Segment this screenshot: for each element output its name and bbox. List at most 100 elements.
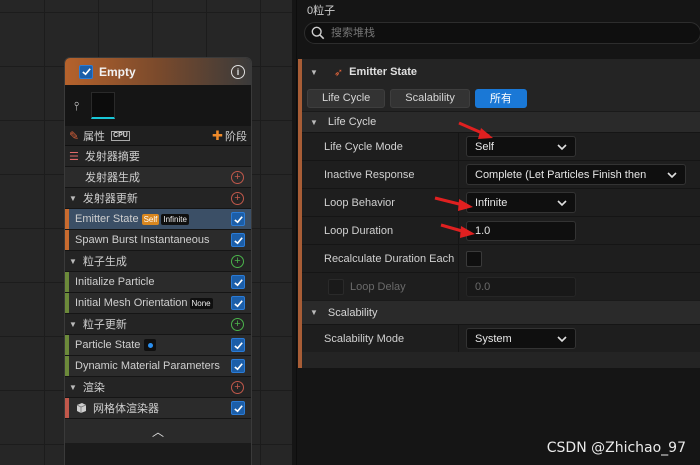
add-module-icon[interactable]: + <box>231 380 244 394</box>
collapse-arrow-icon[interactable]: ▼ <box>69 257 77 266</box>
row-label: Initialize Particle <box>75 276 155 288</box>
inactive-response-dropdown[interactable]: Complete (Let Particles Finish then <box>466 164 686 185</box>
module-row[interactable]: Initial Mesh Orientation None <box>65 293 251 314</box>
block-header[interactable]: ▼ ➶ Emitter State <box>302 59 700 85</box>
collapse-arrow-icon[interactable]: ▼ <box>310 68 318 77</box>
node-header[interactable]: Empty i <box>65 58 251 85</box>
module-enabled-checkbox[interactable] <box>231 296 245 310</box>
prop-loop-duration: Loop Duration 1.0 <box>302 216 700 244</box>
module-color-bar <box>65 209 69 229</box>
add-module-icon[interactable]: + <box>231 317 244 331</box>
cpu-badge: CPU <box>111 130 130 141</box>
module-enabled-checkbox[interactable] <box>231 275 245 289</box>
loop-behavior-dropdown[interactable]: Infinite <box>466 192 576 213</box>
info-icon[interactable]: i <box>231 64 245 79</box>
module-row[interactable]: Spawn Burst Instantaneous <box>65 230 251 251</box>
badge-dot-icon <box>144 339 157 351</box>
collapse-button[interactable]: ︿ <box>65 419 251 443</box>
dropdown-value: Infinite <box>475 196 508 209</box>
module-icon: ➶ <box>333 66 344 79</box>
emitter-node[interactable]: Empty i ⫯ ✎ 属性 CPU ✚ 阶段 ☰ 发射器摘要 发射器生成 + ▼ 发射器… <box>64 57 252 465</box>
search-bar[interactable] <box>304 22 700 44</box>
mesh-icon <box>76 403 87 413</box>
module-enabled-checkbox[interactable] <box>231 401 245 415</box>
row-label: 粒子生成 <box>82 256 127 268</box>
row-label: 粒子更新 <box>82 319 127 331</box>
stage-header[interactable]: ▼ 发射器更新 + <box>65 188 251 209</box>
module-color-bar <box>65 230 69 250</box>
stage-header[interactable]: ▼ 粒子更新 + <box>65 314 251 335</box>
prop-loop-delay: Loop Delay 0.0 <box>302 272 700 300</box>
badge-none: None <box>189 297 213 309</box>
search-icon <box>311 26 325 40</box>
module-row[interactable]: Emitter State Self Infinite <box>65 209 251 230</box>
annotation-arrow-icon <box>458 121 493 139</box>
prop-label-wrap: Loop Delay <box>302 278 458 295</box>
tab-scalability[interactable]: Scalability <box>390 88 470 108</box>
search-input[interactable] <box>331 27 631 39</box>
module-row[interactable]: Particle State <box>65 335 251 356</box>
tab-all[interactable]: 所有 <box>474 88 527 108</box>
module-row[interactable]: Dynamic Material Parameters <box>65 356 251 377</box>
module-row[interactable]: 网格体渲染器 <box>65 398 251 419</box>
filter-tabs: Life Cycle Scalability 所有 <box>302 85 700 111</box>
module-enabled-checkbox[interactable] <box>231 359 245 373</box>
stage-header[interactable]: ▼ 渲染 + <box>65 377 251 398</box>
dropdown-value: Complete (Let Particles Finish then <box>475 168 647 181</box>
badge-infinite: Infinite <box>161 213 189 225</box>
row-label: 网格体渲染器 <box>93 403 159 415</box>
row-label: Particle State <box>75 339 141 351</box>
badge-self: Self <box>141 213 160 225</box>
collapse-arrow-icon: ▼ <box>310 117 318 127</box>
recalculate-checkbox[interactable] <box>466 250 482 267</box>
add-module-icon[interactable]: + <box>231 254 244 268</box>
prop-scalability-mode: Scalability Mode System <box>302 324 700 352</box>
node-preview: ⫯ <box>65 85 251 126</box>
loop-duration-input[interactable]: 1.0 <box>466 220 576 241</box>
node-enabled-checkbox[interactable] <box>79 64 93 79</box>
collapse-arrow-icon[interactable]: ▼ <box>69 194 77 203</box>
collapse-arrow-icon[interactable]: ▼ <box>69 383 77 392</box>
preview-thumbnail <box>91 92 115 119</box>
chevron-down-icon <box>557 199 567 206</box>
loop-delay-input[interactable]: 0.0 <box>466 276 576 297</box>
loop-delay-enable-checkbox[interactable] <box>328 278 344 295</box>
row-label: 发射器生成 <box>85 172 140 184</box>
collapse-arrow-icon: ▼ <box>310 308 318 317</box>
prop-label: Scalability Mode <box>324 332 405 345</box>
scalability-mode-dropdown[interactable]: System <box>466 328 576 349</box>
pencil-icon: ✎ <box>69 128 80 143</box>
block-title: Emitter State <box>349 66 417 78</box>
row-label: Spawn Burst Instantaneous <box>75 234 210 246</box>
prop-inactive-response: Inactive Response Complete (Let Particle… <box>302 160 700 188</box>
pin-icon[interactable]: ⫯ <box>74 99 79 114</box>
tab-life-cycle[interactable]: Life Cycle <box>307 88 386 108</box>
properties-row[interactable]: ✎ 属性 CPU ✚ 阶段 <box>65 126 251 146</box>
category-life-cycle[interactable]: ▼ Life Cycle <box>302 111 700 132</box>
collapse-arrow-icon[interactable]: ▼ <box>69 320 77 329</box>
stage-label[interactable]: 阶段 <box>225 128 247 144</box>
prop-label: Loop Duration <box>324 224 394 237</box>
prop-label: Loop Delay <box>350 280 406 293</box>
stage-subheader[interactable]: 发射器生成 + <box>65 167 251 188</box>
graph-canvas[interactable]: Empty i ⫯ ✎ 属性 CPU ✚ 阶段 ☰ 发射器摘要 发射器生成 + ▼ 发射器… <box>0 0 292 465</box>
module-color-bar <box>65 398 69 418</box>
row-label: Dynamic Material Parameters <box>75 360 220 372</box>
module-row[interactable]: Initialize Particle <box>65 272 251 293</box>
chevron-down-icon <box>557 335 567 342</box>
add-module-icon[interactable]: + <box>231 170 244 184</box>
row-label: Emitter State <box>75 213 139 225</box>
add-module-icon[interactable]: + <box>231 191 244 205</box>
node-title: Empty <box>99 64 136 79</box>
module-enabled-checkbox[interactable] <box>231 233 245 247</box>
stage-header[interactable]: ☰ 发射器摘要 <box>65 146 251 167</box>
stage-header[interactable]: ▼ 粒子生成 + <box>65 251 251 272</box>
prop-label: Inactive Response <box>324 168 415 181</box>
module-enabled-checkbox[interactable] <box>231 212 245 226</box>
annotation-arrow-icon <box>434 196 473 211</box>
chevron-down-icon <box>557 143 567 150</box>
add-stage-icon[interactable]: ✚ <box>212 128 223 144</box>
category-scalability[interactable]: ▼ Scalability <box>302 300 700 324</box>
properties-label: 属性 <box>83 130 106 143</box>
module-enabled-checkbox[interactable] <box>231 338 245 352</box>
